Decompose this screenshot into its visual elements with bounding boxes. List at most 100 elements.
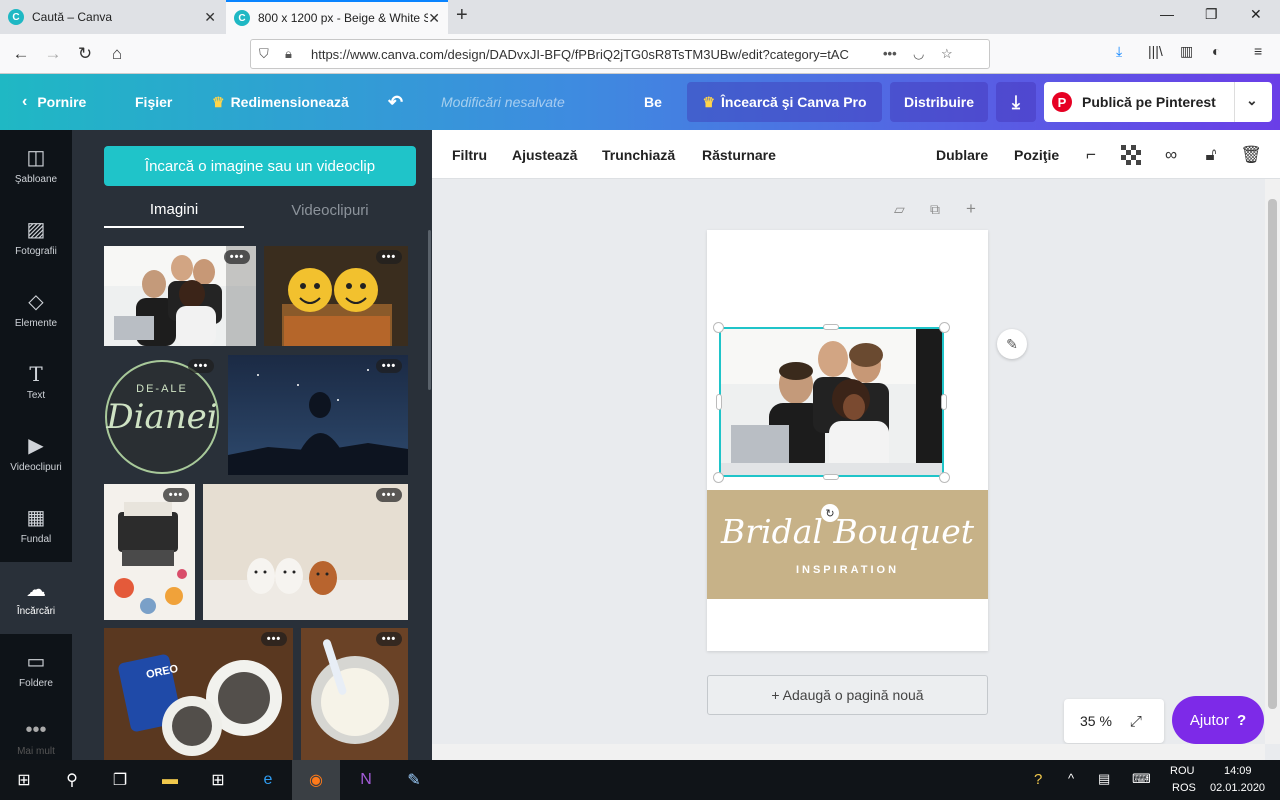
- bookmark-star-icon[interactable]: ☆: [941, 46, 953, 62]
- rail-item-elements[interactable]: ◇ Elemente: [0, 274, 72, 346]
- upload-thumbnail-emoji[interactable]: •••: [264, 246, 408, 346]
- title-banner[interactable]: Bridal Bouquet INSPIRATION: [707, 490, 988, 599]
- language-code[interactable]: ROU: [1170, 765, 1194, 777]
- help-tray-icon[interactable]: ?: [1034, 771, 1042, 788]
- more-options-icon[interactable]: •••: [261, 632, 287, 646]
- design-subtitle[interactable]: INSPIRATION: [707, 564, 988, 576]
- more-options-icon[interactable]: •••: [376, 359, 402, 373]
- paint-icon[interactable]: ✎: [390, 760, 438, 800]
- selected-image[interactable]: [719, 327, 944, 477]
- duplicate-page-icon[interactable]: ⧉: [930, 201, 940, 218]
- shield-icon[interactable]: ⛉: [259, 46, 269, 62]
- forward-icon[interactable]: →: [40, 42, 66, 66]
- zoom-level[interactable]: 35 %: [1080, 713, 1112, 729]
- chevron-down-icon[interactable]: ⌄: [1246, 92, 1258, 109]
- close-tab-icon[interactable]: ✕: [428, 10, 440, 27]
- undo-icon[interactable]: ↶: [388, 74, 403, 130]
- lock-icon[interactable]: 🔒︎: [285, 46, 292, 62]
- more-options-icon[interactable]: •••: [376, 632, 402, 646]
- task-view-icon[interactable]: ❐: [96, 760, 144, 800]
- page-actions-icon[interactable]: •••: [883, 46, 897, 61]
- search-icon[interactable]: ⚲: [48, 760, 96, 800]
- help-button[interactable]: Ajutor ?: [1172, 696, 1264, 744]
- onenote-icon[interactable]: N: [342, 760, 390, 800]
- scroll-thumb[interactable]: [1268, 199, 1277, 709]
- browser-tab[interactable]: C Caută – Canva ✕: [0, 0, 224, 34]
- restore-icon[interactable]: ❐: [1205, 6, 1218, 23]
- file-menu-button[interactable]: Fişier: [135, 74, 172, 130]
- position-button[interactable]: Poziţie: [1014, 130, 1059, 179]
- clock-date[interactable]: 02.01.2020: [1210, 782, 1265, 794]
- upload-thumbnail-eggs[interactable]: •••: [203, 484, 408, 620]
- filter-button[interactable]: Filtru: [452, 130, 487, 179]
- rail-item-uploads[interactable]: ☁ Încărcări: [0, 562, 72, 634]
- trash-icon[interactable]: 🗑︎: [1240, 144, 1262, 166]
- address-bar[interactable]: ⛉ 🔒︎ https://www.canva.com/design/DADvxJ…: [250, 39, 990, 69]
- design-title[interactable]: Bridal Bouquet: [707, 512, 988, 551]
- browser-tab-active[interactable]: C 800 x 1200 px - Beige & White S ✕: [226, 0, 448, 34]
- upload-thumbnail-logo[interactable]: DE-ALE Dianei •••: [104, 355, 220, 475]
- notification-tray-icon[interactable]: ▤: [1098, 771, 1110, 787]
- panel-scrollbar[interactable]: [428, 230, 431, 390]
- menu-icon[interactable]: ≡: [1254, 43, 1262, 59]
- zoom-control[interactable]: 35 % ⤢: [1064, 699, 1164, 743]
- back-icon[interactable]: ←: [8, 42, 34, 66]
- add-comment-icon[interactable]: ✎: [997, 329, 1027, 359]
- new-tab-icon[interactable]: +: [456, 4, 468, 27]
- link-icon[interactable]: ∞: [1160, 144, 1182, 166]
- more-options-icon[interactable]: •••: [376, 488, 402, 502]
- page-notes-icon[interactable]: ▱: [894, 201, 905, 218]
- close-tab-icon[interactable]: ✕: [204, 9, 216, 26]
- resize-handle[interactable]: [713, 472, 724, 483]
- more-options-icon[interactable]: •••: [376, 250, 402, 264]
- design-page[interactable]: Bridal Bouquet INSPIRATION ↻: [707, 230, 988, 651]
- more-options-icon[interactable]: •••: [163, 488, 189, 502]
- more-options-icon[interactable]: •••: [188, 359, 214, 373]
- pocket-icon[interactable]: ◡: [913, 46, 924, 62]
- upload-thumbnail-cream[interactable]: •••: [301, 628, 408, 760]
- more-options-icon[interactable]: •••: [224, 250, 250, 264]
- rotate-icon[interactable]: ↻: [821, 504, 839, 522]
- sidebar-icon[interactable]: ▥: [1180, 43, 1193, 60]
- transparency-icon[interactable]: [1120, 144, 1142, 166]
- account-icon[interactable]: ◐: [1212, 43, 1220, 59]
- tab-images[interactable]: Imagini: [104, 192, 244, 228]
- edge-icon[interactable]: e: [244, 760, 292, 800]
- reload-icon[interactable]: ↻: [72, 42, 98, 66]
- resize-handle[interactable]: [716, 394, 722, 410]
- store-icon[interactable]: ⊞: [194, 760, 242, 800]
- crop-button[interactable]: Trunchiază: [602, 130, 675, 179]
- lock-icon[interactable]: 🔓︎: [1200, 144, 1222, 166]
- resize-handle[interactable]: [941, 394, 947, 410]
- tray-chevron-icon[interactable]: ^: [1068, 771, 1074, 786]
- file-explorer-icon[interactable]: ▬: [146, 760, 194, 800]
- flip-button[interactable]: Răsturnare: [702, 130, 776, 179]
- behance-button[interactable]: Be: [644, 74, 662, 130]
- windows-start-icon[interactable]: ⊞: [0, 760, 48, 800]
- upload-media-button[interactable]: Încarcă o imagine sau un videoclip: [104, 146, 416, 186]
- horizontal-scrollbar[interactable]: [432, 744, 1265, 760]
- home-icon[interactable]: ⌂: [104, 42, 130, 66]
- rail-item-folders[interactable]: ▭ Foldere: [0, 634, 72, 706]
- upload-thumbnail-team[interactable]: •••: [104, 246, 256, 346]
- keyboard-icon[interactable]: ⌨: [1132, 771, 1151, 787]
- resize-handle[interactable]: [823, 474, 839, 480]
- tab-videos[interactable]: Videoclipuri: [260, 192, 400, 228]
- keyboard-layout[interactable]: ROS: [1172, 782, 1196, 794]
- rail-item-more[interactable]: ••• Mai mult: [0, 706, 72, 760]
- clock-time[interactable]: 14:09: [1224, 765, 1252, 777]
- try-pro-button[interactable]: ♛ Încearcă şi Canva Pro: [687, 82, 882, 122]
- publish-pinterest-button[interactable]: P Publică pe Pinterest ⌄: [1044, 82, 1272, 122]
- url-text[interactable]: https://www.canva.com/design/DADvxJI-BFQ…: [311, 47, 871, 62]
- minimize-icon[interactable]: —: [1160, 6, 1174, 22]
- upload-thumbnail-oreo[interactable]: OREO •••: [104, 628, 293, 760]
- resize-handle[interactable]: [939, 322, 950, 333]
- share-button[interactable]: Distribuire: [890, 82, 988, 122]
- downloads-icon[interactable]: ⤓: [1116, 43, 1122, 60]
- fullscreen-icon[interactable]: ⤢: [1130, 713, 1142, 730]
- close-window-icon[interactable]: ✕: [1250, 6, 1262, 23]
- library-icon[interactable]: |||\: [1148, 43, 1163, 59]
- vertical-scrollbar[interactable]: [1265, 179, 1280, 744]
- rail-item-videos[interactable]: ▶ Videoclipuri: [0, 418, 72, 490]
- rail-item-text[interactable]: T Text: [0, 346, 72, 418]
